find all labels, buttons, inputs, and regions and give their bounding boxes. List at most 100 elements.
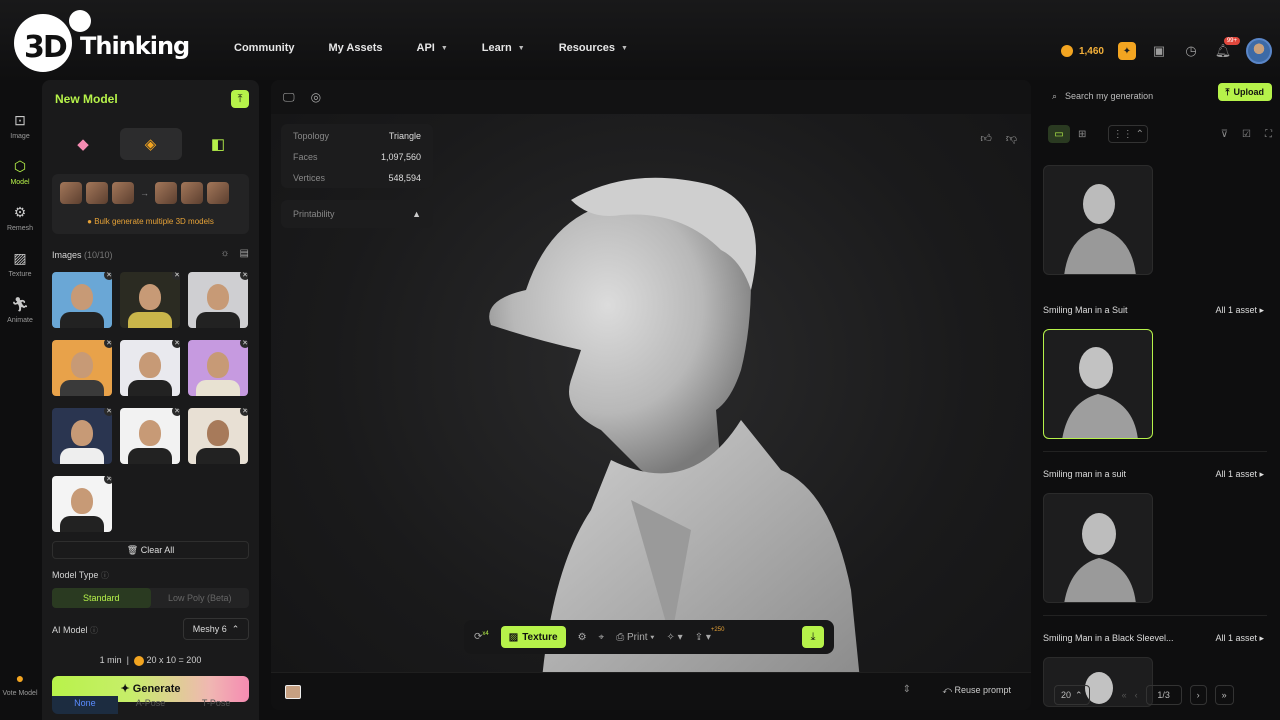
fullscreen-icon[interactable]: ⛶ [1265, 129, 1272, 140]
texture-button[interactable]: ▨ Texture [500, 626, 566, 648]
image-thumb[interactable]: ✕ [188, 408, 248, 464]
last-page-button[interactable]: » [1214, 685, 1234, 705]
group-title: Smiling Man in a Suit [1043, 305, 1128, 315]
image-thumb[interactable]: ✕ [188, 272, 248, 328]
rail-image[interactable]: ⊡ Image [0, 112, 40, 140]
layout-select[interactable]: ⋮⋮ ⌃ [1108, 125, 1149, 143]
all-assets-link[interactable]: All 1 asset ▸ [1215, 633, 1264, 644]
grid-icon[interactable]: ⊞ [1078, 129, 1086, 140]
close-icon[interactable]: ✕ [172, 272, 180, 280]
share-icon[interactable]: ⇪ ▾+250 [695, 627, 725, 643]
page-size-select[interactable]: 20 ⌃ [1054, 685, 1090, 705]
clear-all-button[interactable]: 🗑︎ Clear All [52, 541, 249, 559]
upload-button[interactable]: ⤒ Upload [1217, 83, 1272, 101]
nav-my-assets[interactable]: My Assets [329, 42, 383, 54]
remesh-icon[interactable]: ⚙ [578, 632, 587, 643]
nav-api[interactable]: API ▼ [417, 42, 448, 54]
filter-icon[interactable]: ⊽ [1221, 129, 1228, 140]
generation-card[interactable] [1043, 165, 1153, 275]
chevron-down-icon: ▼ [517, 44, 525, 52]
nav-learn[interactable]: Learn ▼ [482, 42, 525, 54]
reuse-prompt-button[interactable]: ⤺ Reuse prompt [942, 685, 1011, 696]
image-thumb[interactable]: ✕ [52, 340, 112, 396]
main-nav: Community My Assets API ▼ Learn ▼ Resource… [234, 42, 662, 54]
nav-community[interactable]: Community [234, 42, 295, 54]
panel-title: New Model [55, 92, 118, 106]
model-type-standard[interactable]: Standard [52, 588, 151, 608]
all-assets-link[interactable]: All 1 asset ▸ [1215, 305, 1264, 316]
close-icon[interactable]: ✕ [104, 340, 112, 348]
close-icon[interactable]: ✕ [104, 476, 112, 484]
pose-a[interactable]: A-Pose [118, 696, 184, 714]
bulk-thumb [155, 182, 177, 204]
first-page-button[interactable]: « [1122, 690, 1127, 700]
bell-icon[interactable]: 🔔︎ 99+ [1214, 37, 1240, 60]
close-icon[interactable]: ✕ [240, 408, 248, 416]
print-button[interactable]: ⎙ Print ▾ [616, 632, 654, 643]
thumbs-up-icon[interactable]: 👍︎ [980, 132, 992, 145]
folder-icon[interactable]: ▭ [1048, 125, 1070, 143]
monitor-icon[interactable]: 🖵︎ [283, 90, 295, 105]
rail-texture[interactable]: ▨ Texture [0, 250, 40, 278]
rail-model[interactable]: ⬡ Model [0, 158, 40, 186]
page-indicator[interactable]: 1/3 [1145, 685, 1182, 705]
rail-remesh[interactable]: ⚙ Remesh [0, 204, 40, 232]
import-button[interactable]: ⤒ [231, 90, 249, 108]
close-icon[interactable]: ✕ [240, 340, 248, 348]
rail-animate[interactable]: 🏃︎ Animate [0, 296, 40, 324]
generation-card[interactable] [1043, 493, 1153, 603]
history-icon[interactable]: ◷ [1182, 42, 1200, 60]
thumbs-down-icon[interactable]: 👎︎ [1006, 132, 1017, 145]
image-thumb[interactable]: ✕ [120, 272, 180, 328]
close-icon[interactable]: ✕ [104, 408, 112, 416]
printability-row[interactable]: Printability ▲ [281, 200, 433, 228]
buy-credits-button[interactable]: ✦ [1118, 42, 1136, 60]
image-thumb[interactable]: ✕ [120, 408, 180, 464]
avatar[interactable] [1246, 38, 1272, 64]
model-type-low-poly[interactable]: Low Poly (Beta) [151, 588, 250, 608]
model-viewer[interactable]: 🖵︎ ◎ Topology Triangle Faces 1,097,560 Ver… [271, 80, 1031, 710]
tab-image-to-3d[interactable]: ◈ [119, 128, 182, 160]
prev-page-button[interactable]: ‹ [1135, 690, 1138, 700]
checkbox-icon[interactable]: ☑ [1242, 129, 1251, 140]
rail-vote-model[interactable]: ● Vote Model [0, 670, 40, 697]
rig-icon[interactable]: ⌖ [599, 632, 605, 643]
generation-card[interactable] [1043, 329, 1153, 439]
lightbulb-icon[interactable]: ☼ [220, 248, 229, 259]
close-icon[interactable]: ✕ [240, 272, 248, 280]
close-icon[interactable]: ✕ [104, 272, 112, 280]
logo[interactable]: 3D Thinking [14, 8, 194, 72]
credits[interactable]: 1,460 [1060, 45, 1104, 57]
next-page-button[interactable]: › [1189, 685, 1207, 705]
expand-icon[interactable]: ⇕ [903, 684, 911, 695]
model-type-toggle: Standard Low Poly (Beta) [52, 588, 249, 608]
nav-resources[interactable]: Resources ▼ [559, 42, 628, 54]
pose-t[interactable]: T-Pose [183, 696, 249, 714]
download-button[interactable]: ⤓ [802, 626, 824, 648]
image-thumb[interactable]: ✕ [120, 340, 180, 396]
image-thumb[interactable]: ✕ [52, 408, 112, 464]
all-assets-link[interactable]: All 1 asset ▸ [1215, 469, 1264, 480]
pose-options: None A-Pose T-Pose [52, 696, 249, 714]
gallery-icon[interactable]: ▤ [240, 248, 249, 259]
prompt-image-thumb[interactable] [285, 685, 301, 699]
close-icon[interactable]: ✕ [172, 408, 180, 416]
close-icon[interactable]: ✕ [172, 340, 180, 348]
image-thumb[interactable]: ✕ [52, 476, 112, 532]
search-input[interactable]: ⌕ Search my generation [1048, 84, 1192, 108]
cubes-icon: ◧ [210, 136, 226, 153]
gift-icon[interactable]: ▣ [1150, 42, 1168, 60]
tab-bulk[interactable]: ◧ [187, 128, 249, 160]
warning-icon: ▲ [412, 209, 421, 219]
bulk-banner[interactable]: → ● Bulk generate multiple 3D models [52, 174, 249, 234]
image-thumb[interactable]: ✕ [52, 272, 112, 328]
notification-badge: 99+ [1223, 37, 1240, 45]
rotate-icon[interactable]: ⟳x4 [474, 631, 489, 642]
magic-wand-icon[interactable]: ✧ ▾ [667, 632, 683, 643]
chevron-down-icon: ▼ [440, 44, 448, 52]
globe-icon[interactable]: ◎ [311, 90, 321, 104]
pose-none[interactable]: None [52, 696, 118, 714]
ai-model-select[interactable]: Meshy 6 ⌃ [183, 618, 249, 640]
image-thumb[interactable]: ✕ [188, 340, 248, 396]
tab-text-to-3d[interactable]: ◆ [52, 128, 114, 160]
